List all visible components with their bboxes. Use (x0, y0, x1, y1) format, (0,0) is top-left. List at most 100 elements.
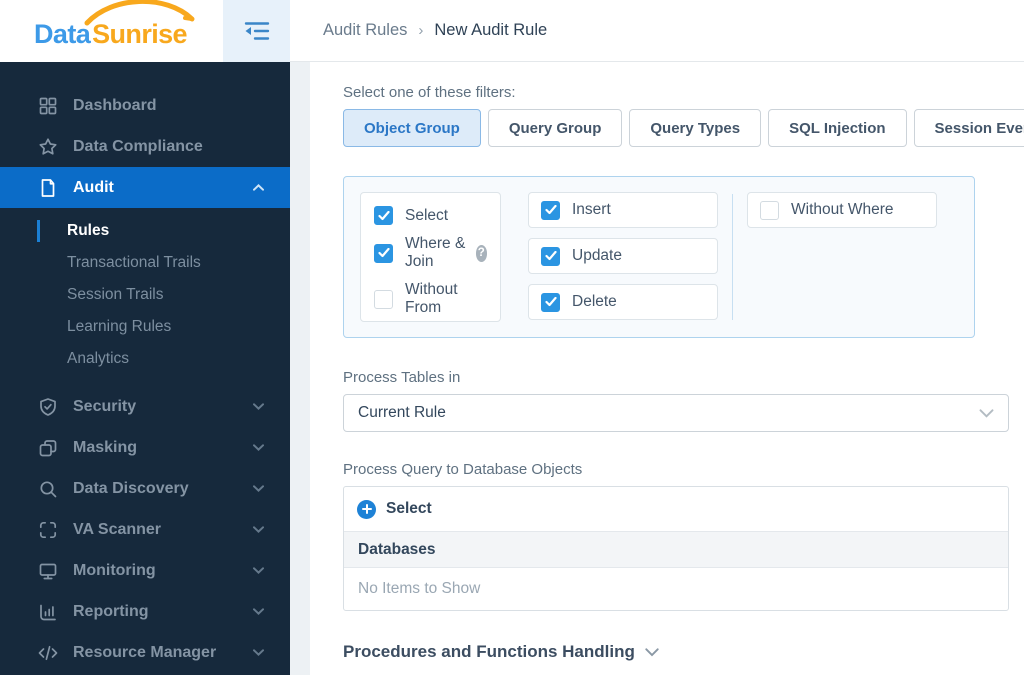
masking-squares-icon (36, 436, 60, 460)
checkbox-without-from[interactable]: Without From (374, 281, 487, 317)
sidebar-header: Data Sunrise (0, 0, 290, 62)
chevron-down-icon (253, 526, 264, 533)
dashboard-grid-icon (36, 94, 60, 118)
checkbox-checked-icon (541, 292, 560, 312)
sidebar-subitem-learning-rules[interactable]: Learning Rules (0, 311, 290, 343)
chevron-down-icon (253, 608, 264, 615)
sidebar-item-audit[interactable]: Audit (0, 167, 290, 208)
scanner-frame-icon (36, 518, 60, 542)
collapse-menu-icon (244, 22, 269, 40)
content-row: Select one of these filters: Object Grou… (290, 62, 1024, 675)
sidebar-item-label: Security (73, 397, 137, 415)
sidebar-item-security[interactable]: Security (0, 386, 290, 427)
panel-divider (732, 194, 733, 320)
sidebar-item-data-discovery[interactable]: Data Discovery (0, 468, 290, 509)
process-objects-label: Process Query to Database Objects (343, 461, 583, 478)
bar-chart-icon (36, 600, 60, 624)
chevron-down-icon (253, 403, 264, 410)
chevron-down-icon (253, 567, 264, 574)
sidebar-item-label: VA Scanner (73, 520, 162, 538)
filter-query-types-button[interactable]: Query Types (629, 109, 762, 147)
filter-object-group-button[interactable]: Object Group (343, 109, 481, 147)
logo-text-sunrise: Sunrise (84, 0, 195, 50)
sidebar-subitem-transactional-trails[interactable]: Transactional Trails (0, 247, 290, 279)
sidebar-subitem-analytics[interactable]: Analytics (0, 343, 290, 375)
sidebar: Data Sunrise Dashboard Data Compliance A… (0, 0, 290, 675)
checkbox-checked-icon (374, 243, 393, 263)
procedures-heading-label: Procedures and Functions Handling (343, 642, 635, 661)
sidebar-item-label: Data Discovery (73, 479, 189, 497)
sidebar-subitem-session-trails[interactable]: Session Trails (0, 279, 290, 311)
breadcrumb-audit-rules[interactable]: Audit Rules (323, 21, 407, 40)
sidebar-item-data-compliance[interactable]: Data Compliance (0, 126, 290, 167)
sidebar-item-label: Dashboard (73, 96, 157, 114)
sidebar-item-label: Data Compliance (73, 137, 203, 155)
checkbox-delete[interactable]: Delete (541, 292, 617, 312)
plus-icon (357, 499, 376, 519)
content-scrollbar-gutter[interactable] (290, 62, 310, 675)
checkbox-label: Without Where (791, 201, 894, 218)
sidebar-item-reporting[interactable]: Reporting (0, 591, 290, 632)
sunrise-arc-icon (84, 0, 195, 26)
checkbox-label: Without From (405, 281, 458, 316)
sidebar-item-monitoring[interactable]: Monitoring (0, 550, 290, 591)
chevron-down-icon (979, 408, 994, 418)
search-icon (36, 477, 60, 501)
breadcrumb: Audit Rules › New Audit Rule (290, 0, 1024, 62)
checkbox-where-join[interactable]: Where & Join ? (374, 235, 487, 271)
sidebar-item-resource-manager[interactable]: Resource Manager (0, 632, 290, 673)
procedures-section-toggle[interactable]: Procedures and Functions Handling (343, 642, 1009, 662)
subitem-label: Session Trails (67, 286, 164, 303)
update-option-box: Update (528, 238, 718, 274)
breadcrumb-separator: › (418, 22, 424, 39)
audit-submenu: Rules Transactional Trails Session Trail… (0, 208, 290, 386)
checkbox-update[interactable]: Update (541, 246, 622, 266)
checkbox-label: Where & Join (405, 235, 466, 270)
chevron-down-icon (253, 485, 264, 492)
process-tables-select[interactable]: Current Rule (343, 394, 1009, 432)
select-value: Current Rule (358, 404, 446, 421)
checkbox-unchecked-icon (374, 289, 393, 309)
checkbox-label: Update (572, 247, 622, 264)
shield-check-icon (36, 395, 60, 419)
add-select-label: Select (386, 500, 432, 517)
delete-option-box: Delete (528, 284, 718, 320)
checkbox-checked-icon (541, 246, 560, 266)
chevron-down-icon (645, 647, 659, 657)
sidebar-item-masking[interactable]: Masking (0, 427, 290, 468)
subitem-label: Analytics (67, 350, 130, 367)
help-icon[interactable]: ? (475, 244, 487, 262)
column-header-label: Databases (358, 540, 436, 558)
subitem-label: Learning Rules (67, 318, 172, 335)
datasunrise-logo[interactable]: Data Sunrise (0, 0, 223, 62)
checkbox-without-where[interactable]: Without Where (760, 200, 894, 220)
without-where-option-box: Without Where (747, 192, 937, 228)
checkbox-label: Delete (572, 293, 617, 310)
table-empty-row: No Items to Show (344, 568, 1008, 610)
checkbox-label: Select (405, 206, 449, 224)
sidebar-item-label: Resource Manager (73, 643, 217, 661)
star-icon (36, 135, 60, 159)
checkbox-insert[interactable]: Insert (541, 200, 611, 220)
sidebar-item-va-scanner[interactable]: VA Scanner (0, 509, 290, 550)
filter-query-group-button[interactable]: Query Group (487, 109, 623, 147)
checkbox-checked-icon (541, 200, 560, 220)
checkbox-checked-icon (374, 206, 393, 225)
filter-session-events-button[interactable]: Session Events (913, 109, 1024, 147)
sidebar-subitem-rules[interactable]: Rules (0, 215, 290, 247)
sidebar-item-label: Masking (73, 438, 138, 456)
sidebar-item-dashboard[interactable]: Dashboard (0, 85, 290, 126)
process-tables-label: Process Tables in (343, 369, 461, 386)
sidebar-collapse-button[interactable] (223, 0, 290, 62)
insert-option-box: Insert (528, 192, 718, 228)
add-select-button[interactable]: Select (357, 499, 432, 519)
document-icon (36, 176, 60, 200)
checkbox-select[interactable]: Select (374, 206, 487, 225)
breadcrumb-current-page: New Audit Rule (434, 21, 548, 39)
filter-button-group: Object Group Query Group Query Types SQL… (343, 109, 1024, 147)
subitem-label: Transactional Trails (67, 254, 201, 271)
subitem-label: Rules (67, 222, 110, 239)
query-options-panel: Select Where & Join ? Without From Inser… (343, 176, 975, 338)
filter-sql-injection-button[interactable]: SQL Injection (768, 109, 907, 147)
sidebar-item-label: Monitoring (73, 561, 156, 579)
